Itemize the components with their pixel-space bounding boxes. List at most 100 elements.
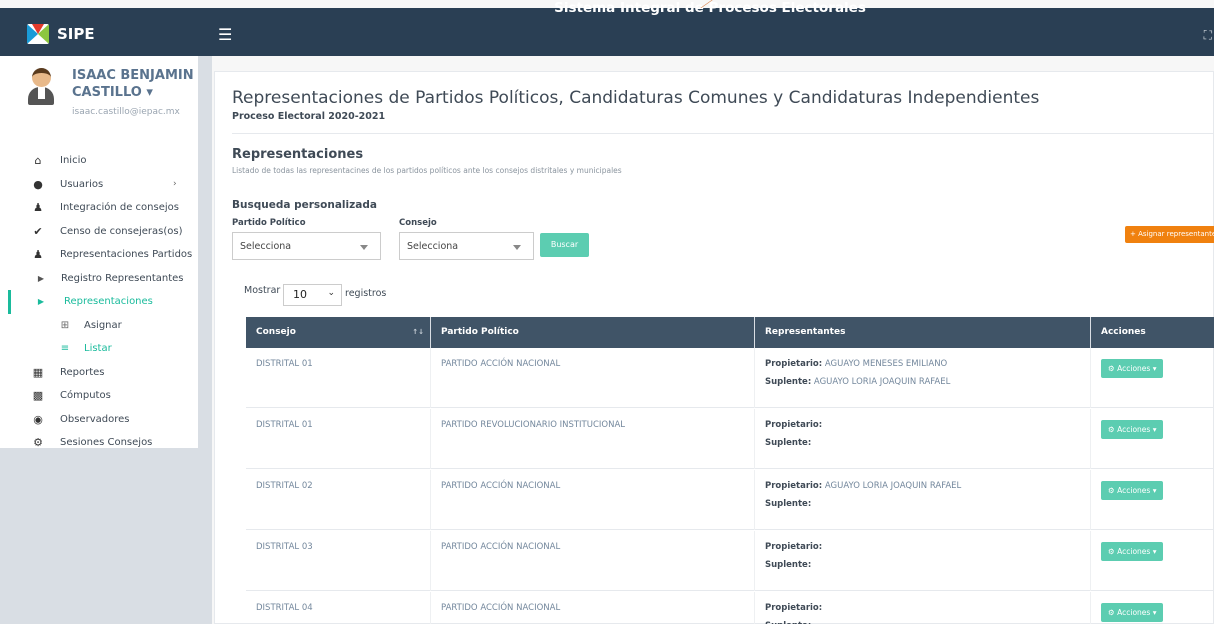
cell-consejo: DISTRITAL 01 (246, 409, 431, 469)
avatar (28, 67, 54, 109)
sidebar-item-listar[interactable]: ≡ Listar (0, 337, 198, 361)
suplente-name: AGUAYO LORIA JOAQUIN RAFAEL (813, 377, 951, 387)
play-icon: ▶ (37, 297, 45, 307)
caret-down-icon: ▾ (146, 85, 153, 100)
acciones-dropdown-button[interactable]: ⚙ Acciones ▾ (1101, 603, 1164, 622)
section-title: Representaciones (232, 147, 364, 162)
cell-representantes: Propietario: Suplente: (755, 409, 1091, 469)
sidebar-item-representaciones-partidos[interactable]: ♟ Representaciones Partidos (0, 243, 198, 267)
sidebar-item-censo[interactable]: ✔ Censo de consejeras(os) (0, 220, 198, 244)
sidebar-item-representaciones[interactable]: ▶ Representaciones (0, 290, 198, 314)
propietario-name: AGUAYO MENESES EMILIANO (824, 359, 948, 369)
user-name-dropdown[interactable]: ISAAC BENJAMIN CASTILLO ▾ (72, 67, 202, 101)
table-row: DISTRITAL 01 PARTIDO REVOLUCIONARIO INST… (246, 409, 1214, 469)
table-row: DISTRITAL 01 PARTIDO ACCIÓN NACIONAL Pro… (246, 348, 1214, 408)
partido-label: Partido Político (232, 218, 306, 228)
cell-representantes: Propietario: Suplente: (755, 531, 1091, 591)
sidebar-item-usuarios[interactable]: ● Usuarios › (0, 173, 198, 197)
consejo-select[interactable]: Selecciona (399, 232, 534, 260)
sidebar-item-asignar[interactable]: ⊞ Asignar (0, 314, 198, 338)
table-row: DISTRITAL 04 PARTIDO ACCIÓN NACIONAL Pro… (246, 592, 1214, 624)
section-description: Listado de todas las representacines de … (232, 166, 622, 175)
sipe-logo-icon (27, 24, 49, 44)
sidebar-item-integracion[interactable]: ♟ Integración de consejos (0, 196, 198, 220)
cell-consejo: DISTRITAL 04 (246, 592, 431, 624)
cell-consejo: DISTRITAL 01 (246, 348, 431, 408)
page-subtitle: Proceso Electoral 2020-2021 (232, 111, 386, 122)
sidebar-item-inicio[interactable]: ⌂ Inicio (0, 149, 198, 173)
cell-representantes: Propietario: AGUAYO LORIA JOAQUIN RAFAEL… (755, 470, 1091, 530)
bar-chart-icon: ▩ (32, 389, 44, 403)
user-email: isaac.castillo@iepac.mx (72, 107, 180, 117)
gear-icon: ⚙ (1108, 425, 1115, 434)
partido-select[interactable]: Selecciona (232, 232, 381, 260)
sidebar-item-observadores[interactable]: ◉ Observadores (0, 408, 198, 432)
gear-icon: ⚙ (1108, 608, 1115, 617)
main-panel: Representaciones de Partidos Políticos, … (214, 71, 1214, 624)
acciones-dropdown-button[interactable]: ⚙ Acciones ▾ (1101, 420, 1164, 439)
cell-acciones: ⚙ Acciones ▾ (1091, 348, 1214, 408)
sidebar-item-registro-representantes[interactable]: ▶ Registro Representantes (0, 267, 198, 291)
buscar-button[interactable]: Buscar (540, 233, 589, 257)
search-title: Busqueda personalizada (232, 199, 377, 211)
page-title: Representaciones de Partidos Políticos, … (232, 88, 1040, 108)
sort-icon: ↑↓ (412, 328, 424, 336)
gear-icon: ⚙ (1108, 486, 1115, 495)
table-row: DISTRITAL 03 PARTIDO ACCIÓN NACIONAL Pro… (246, 531, 1214, 591)
users-icon: ● (33, 177, 43, 191)
people-icon: ♟ (33, 248, 43, 262)
report-icon: ▦ (32, 365, 44, 379)
sidebar-menu-panel: ISAAC BENJAMIN CASTILLO ▾ isaac.castillo… (0, 56, 198, 449)
chevron-right-icon: › (173, 179, 177, 190)
fullscreen-icon[interactable]: ⛶ (1204, 28, 1212, 43)
plus-square-icon: ⊞ (60, 319, 70, 331)
group-icon: ♟ (33, 201, 43, 215)
consejo-label: Consejo (399, 218, 437, 228)
chevron-down-icon: ⌄ (327, 288, 335, 298)
menu-toggle-icon[interactable]: ☰ (218, 25, 232, 44)
gear-icon: ⚙ (33, 436, 43, 450)
column-header-partido[interactable]: Partido Político (431, 317, 755, 348)
sidebar-nav: ⌂ Inicio ● Usuarios › ♟ Integración de c… (0, 149, 198, 455)
brand[interactable]: SIPE (27, 24, 95, 44)
table-row: DISTRITAL 02 PARTIDO ACCIÓN NACIONAL Pro… (246, 470, 1214, 530)
cell-acciones: ⚙ Acciones ▾ (1091, 531, 1214, 591)
column-header-consejo[interactable]: Consejo ↑↓ (246, 317, 431, 348)
cell-acciones: ⚙ Acciones ▾ (1091, 409, 1214, 469)
cell-representantes: Propietario: Suplente: (755, 592, 1091, 624)
gear-icon: ⚙ (1108, 364, 1115, 373)
cell-partido: PARTIDO ACCIÓN NACIONAL (431, 531, 755, 591)
table-header: Consejo ↑↓ Partido Político Representant… (246, 317, 1214, 348)
check-icon: ✔ (33, 224, 43, 238)
sidebar-item-sesiones[interactable]: ⚙ Sesiones Consejos (0, 431, 198, 455)
cell-acciones: ⚙ Acciones ▾ (1091, 470, 1214, 530)
assign-representative-button[interactable]: + Asignar representante (1125, 226, 1214, 243)
acciones-dropdown-button[interactable]: ⚙ Acciones ▾ (1101, 542, 1164, 561)
propietario-name: AGUAYO LORIA JOAQUIN RAFAEL (824, 481, 962, 491)
play-icon: ▶ (37, 273, 45, 283)
sidebar-item-computos[interactable]: ▩ Cómputos (0, 384, 198, 408)
length-prefix: Mostrar (244, 285, 281, 296)
acciones-dropdown-button[interactable]: ⚙ Acciones ▾ (1101, 359, 1164, 378)
column-header-representantes[interactable]: Representantes (755, 317, 1091, 348)
caret-down-icon (513, 245, 521, 250)
length-suffix: registros (345, 288, 387, 299)
eye-icon: ◉ (33, 412, 43, 426)
sidebar: ISAAC BENJAMIN CASTILLO ▾ isaac.castillo… (0, 56, 212, 624)
sidebar-item-reportes[interactable]: ▦ Reportes (0, 361, 198, 385)
cell-consejo: DISTRITAL 02 (246, 470, 431, 530)
caret-down-icon (360, 245, 368, 250)
list-icon: ≡ (60, 343, 70, 355)
divider (232, 133, 1214, 134)
page-length-select[interactable]: 10 ⌄ (283, 284, 342, 306)
app-title: Sistema Integral de Procesos Electorales (554, 0, 866, 16)
gear-icon: ⚙ (1108, 547, 1115, 556)
acciones-dropdown-button[interactable]: ⚙ Acciones ▾ (1101, 481, 1164, 500)
cell-representantes: Propietario: AGUAYO MENESES EMILIANO Sup… (755, 348, 1091, 408)
cell-partido: PARTIDO ACCIÓN NACIONAL (431, 348, 755, 408)
cell-partido: PARTIDO ACCIÓN NACIONAL (431, 470, 755, 530)
cell-acciones: ⚙ Acciones ▾ (1091, 592, 1214, 624)
brand-name: SIPE (57, 25, 95, 43)
cell-partido: PARTIDO REVOLUCIONARIO INSTITUCIONAL (431, 409, 755, 469)
column-header-acciones: Acciones (1101, 327, 1146, 337)
